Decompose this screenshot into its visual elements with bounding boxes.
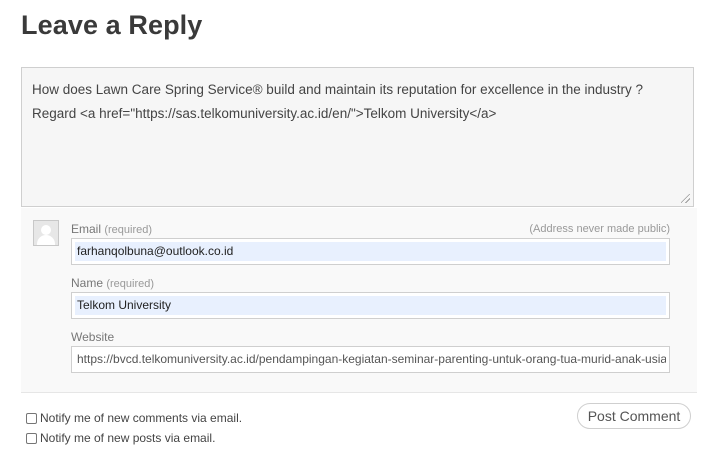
email-privacy-note: (Address never made public) <box>529 223 670 235</box>
email-field[interactable]: farhanqolbuna@outlook.co.id <box>71 238 670 265</box>
name-value: Telkom University <box>75 296 666 315</box>
notify-posts-option[interactable]: Notify me of new posts via email. <box>26 428 242 448</box>
email-value: farhanqolbuna@outlook.co.id <box>75 242 666 261</box>
notify-posts-label[interactable]: Notify me of new posts via email. <box>40 431 215 445</box>
comment-textarea[interactable]: How does Lawn Care Spring Service® build… <box>21 67 694 207</box>
website-label: Website <box>71 330 115 344</box>
post-comment-button[interactable]: Post Comment <box>577 403 691 429</box>
comment-line-2: Regard <a href="https://sas.telkomuniver… <box>32 106 497 121</box>
name-label: Name (required) <box>71 276 155 290</box>
email-label: Email (required) <box>71 222 153 236</box>
name-required-note: (required) <box>106 278 155 290</box>
avatar-placeholder-icon <box>33 220 59 246</box>
notify-comments-label[interactable]: Notify me of new comments via email. <box>40 411 242 425</box>
notification-options: Notify me of new comments via email. Not… <box>26 408 242 448</box>
website-value: https://bvcd.telkomuniversity.ac.id/pend… <box>77 352 666 366</box>
comment-form-panel: Email (required) (Address never made pub… <box>21 208 697 393</box>
notify-posts-checkbox[interactable] <box>26 432 37 444</box>
notify-comments-checkbox[interactable] <box>26 412 37 424</box>
name-field[interactable]: Telkom University <box>71 292 670 319</box>
website-field[interactable]: https://bvcd.telkomuniversity.ac.id/pend… <box>71 346 670 373</box>
email-required-note: (required) <box>104 224 153 236</box>
resize-grip-icon[interactable] <box>681 194 690 203</box>
page-title: Leave a Reply <box>21 10 203 40</box>
comment-line-1: How does Lawn Care Spring Service® build… <box>32 82 644 97</box>
notify-comments-option[interactable]: Notify me of new comments via email. <box>26 408 242 428</box>
